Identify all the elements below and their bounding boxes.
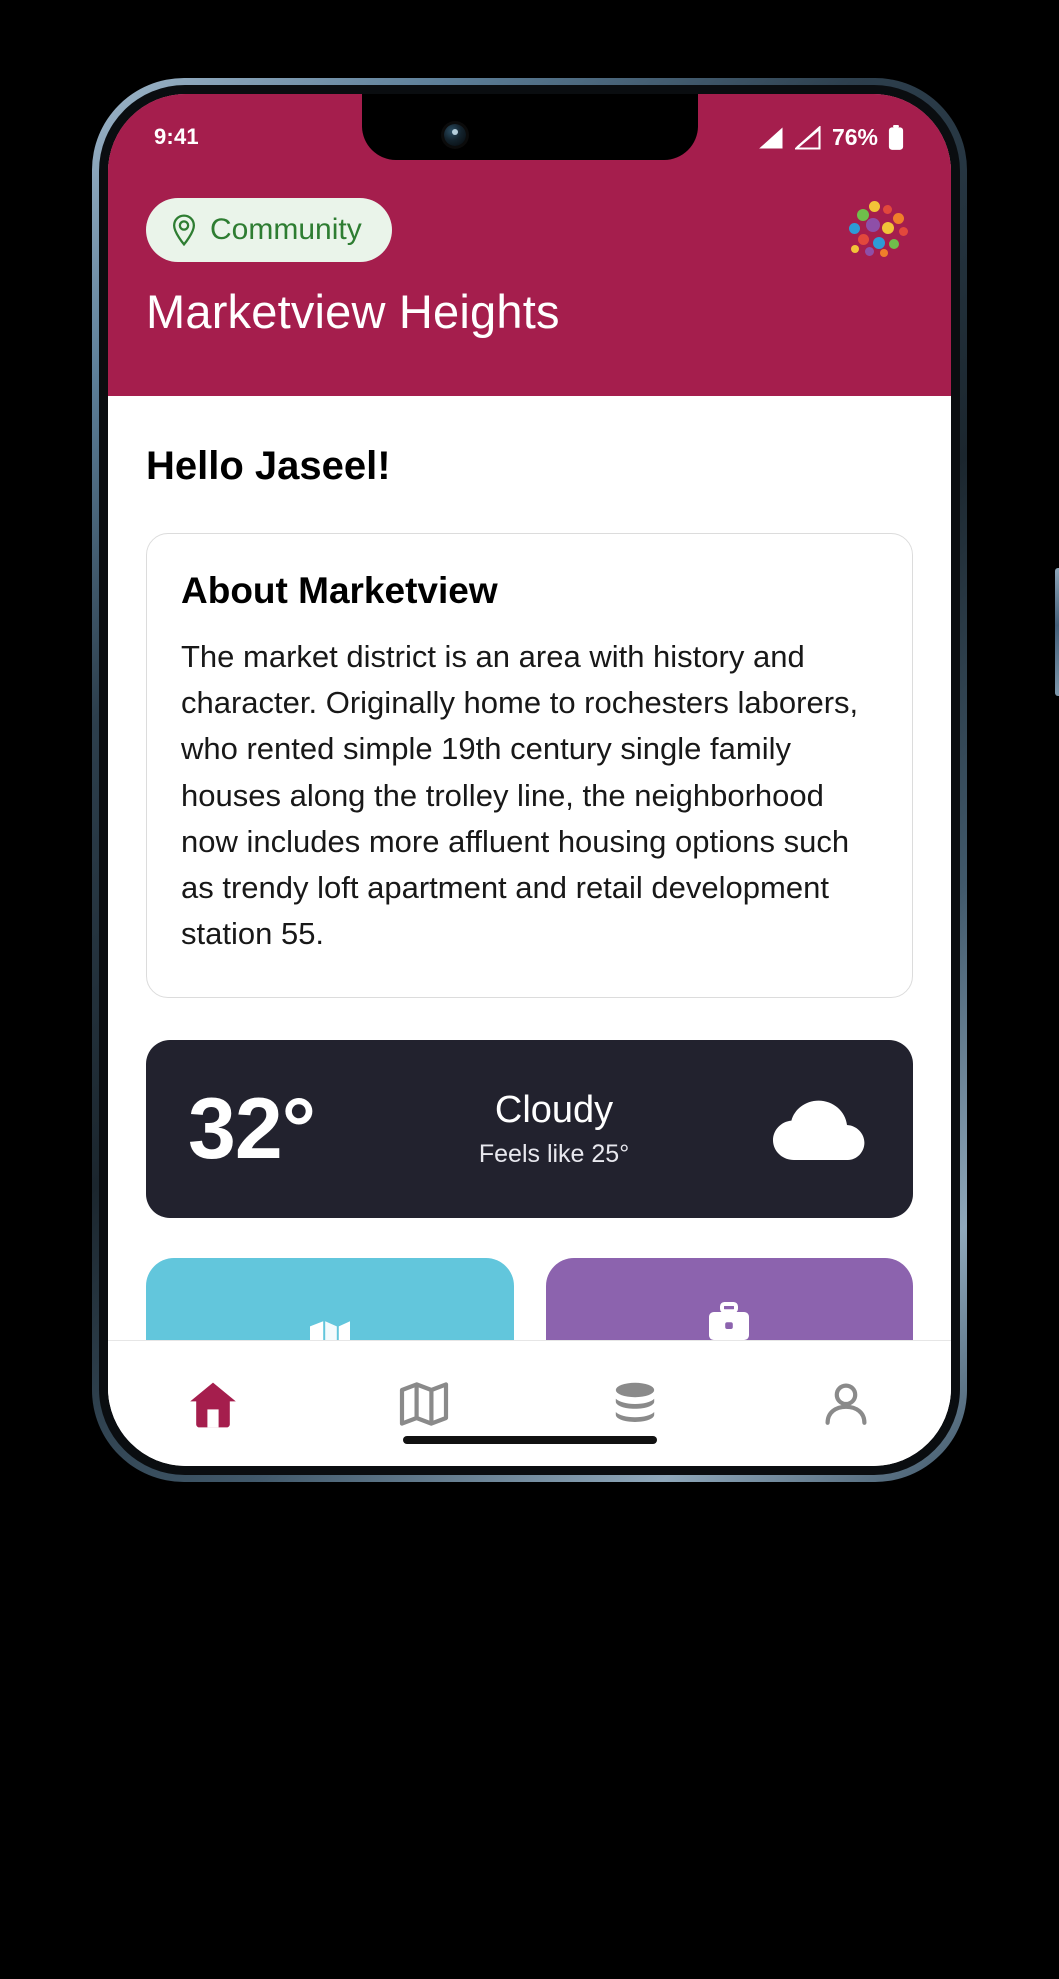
weather-details: Cloudy Feels like 25°: [315, 1089, 767, 1169]
cloud-icon: [767, 1092, 871, 1166]
phone-frame: 9:41 76% Community Marketview Heights He…: [92, 78, 1059, 1482]
map-icon: [399, 1380, 449, 1428]
briefcase-icon: [706, 1301, 752, 1341]
database-icon: [610, 1380, 660, 1428]
phone-notch: [361, 94, 698, 160]
weather-condition: Cloudy: [494, 1089, 614, 1132]
status-bar-icons: 76%: [758, 124, 905, 151]
weather-feels-like: Feels like 25°: [478, 1140, 630, 1169]
page-title: Marketview Heights: [146, 285, 560, 338]
nav-item-resources[interactable]: [530, 1380, 741, 1428]
app-header-row: Community: [108, 172, 951, 262]
tile-community-asset-and-resources[interactable]: Community Asset and Resources: [545, 1258, 913, 1341]
about-card-title: About Marketview: [181, 570, 498, 611]
home-icon: [187, 1379, 239, 1429]
map-icon: [308, 1318, 352, 1340]
status-bar-time: 9:41: [154, 124, 199, 149]
signal-off-icon: [794, 125, 823, 150]
bottom-navigation-bar: [108, 1340, 951, 1466]
camera-glint: [451, 129, 458, 135]
community-logo-icon[interactable]: [849, 201, 913, 259]
person-icon: [822, 1380, 870, 1428]
community-pill-label: Community: [210, 213, 362, 246]
about-card: About Marketview The market district is …: [146, 533, 913, 999]
phone-bezel: 9:41 76% Community Marketview Heights He…: [99, 85, 960, 1475]
about-card-body: The market district is an area with hist…: [181, 639, 859, 952]
feature-tiles-grid: My Neighborhood Community Asset and Re: [146, 1258, 913, 1340]
home-indicator[interactable]: [402, 1436, 657, 1444]
nav-item-profile[interactable]: [740, 1380, 951, 1428]
greeting-text: Hello Jaseel!: [146, 444, 391, 488]
screenshot-stage: 9:41 76% Community Marketview Heights He…: [0, 0, 1059, 1979]
community-pill-button[interactable]: Community: [146, 198, 392, 262]
battery-icon: [887, 124, 905, 151]
nav-item-map[interactable]: [319, 1380, 530, 1428]
power-button[interactable]: [1055, 568, 1059, 696]
main-content: Hello Jaseel! About Marketview The marke…: [108, 396, 951, 1340]
weather-temperature: 32°: [188, 1080, 316, 1177]
signal-icon: [758, 126, 786, 150]
tile-my-neighborhood[interactable]: My Neighborhood: [146, 1258, 514, 1340]
phone-screen: 9:41 76% Community Marketview Heights He…: [108, 94, 951, 1466]
location-pin-icon: [170, 214, 198, 246]
front-camera-icon: [443, 124, 466, 146]
weather-card[interactable]: 32° Cloudy Feels like 25°: [146, 1040, 913, 1219]
nav-item-home[interactable]: [108, 1379, 319, 1429]
battery-percent-label: 76%: [831, 124, 878, 150]
